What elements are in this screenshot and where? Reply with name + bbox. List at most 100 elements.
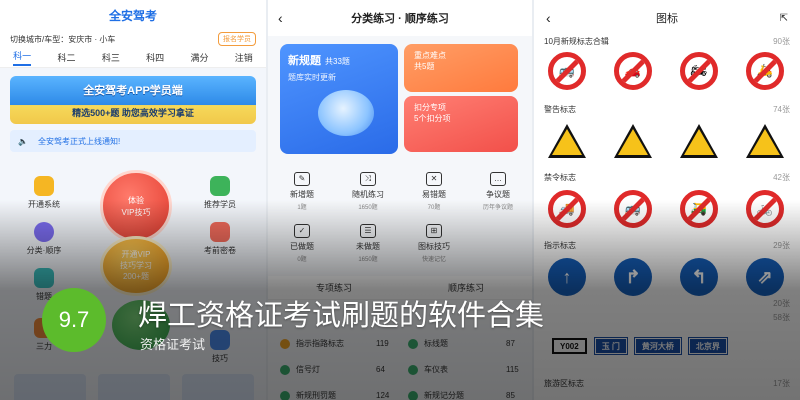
key-points-card[interactable]: 重点难点 共5题 [404, 44, 518, 92]
no-truck-sign-icon[interactable]: 🚚 [548, 190, 586, 228]
practice-item-error-prone[interactable]: ✕ 易错题 70题 [404, 172, 464, 211]
key-points-title: 重点难点 [414, 51, 446, 60]
turn-right-sign-icon[interactable]: ↱ [614, 258, 652, 296]
tab-subject-2[interactable]: 科二 [57, 51, 75, 64]
deduction-card[interactable]: 扣分专项 5个扣分项 [404, 96, 518, 152]
new-rules-title: 新规题 [288, 55, 321, 67]
tab-cancel[interactable]: 注销 [235, 51, 253, 64]
no-car-sign-icon[interactable]: 🚗 [614, 52, 652, 90]
practice-item-sub: 历年争议题 [482, 205, 513, 211]
practice-item-new[interactable]: ✎ 新增题 1题 [272, 172, 332, 211]
banner-line-2: 精选500+题 助您高效学习拿证 [72, 108, 194, 118]
list-row[interactable]: 指示指路标志 119 标线题 87 [276, 334, 526, 356]
grid-label: 技巧 [212, 354, 228, 363]
tab-subject-1[interactable]: 科一 [13, 49, 32, 66]
bottom-card[interactable] [14, 374, 86, 400]
undone-icon: ☰ [360, 224, 376, 238]
bottom-card[interactable] [182, 374, 254, 400]
new-rules-count: 共33题 [325, 57, 350, 66]
section-header[interactable]: 10月新规标志合辑 90张 [544, 36, 790, 50]
list-item-label: 新规记分题 [424, 391, 464, 400]
no-tricycle-sign-icon[interactable]: 🛺 [680, 190, 718, 228]
section-header[interactable]: 禁令标志 42张 [544, 172, 790, 186]
practice-item-sub: 快速记忆 [421, 257, 446, 263]
place-name-sign[interactable]: 玉 门 [593, 337, 628, 355]
list-row[interactable]: 信号灯 64 车仪表 115 [276, 360, 526, 382]
vip-trial-line-2: VIP技巧 [121, 208, 151, 217]
vip-trial-button[interactable]: 体验 VIP技巧 [100, 170, 172, 242]
open-vip-button[interactable]: 开通VIP 技巧学习 200+题 [100, 236, 172, 296]
no-bicycle-sign-icon[interactable]: 🚲 [746, 190, 784, 228]
tab-subject-3[interactable]: 科三 [102, 51, 120, 64]
back-arrow-icon[interactable]: ‹ [278, 10, 283, 26]
section-name: 警告标志 [544, 105, 576, 114]
section-header[interactable]: 警告标志 74张 [544, 104, 790, 118]
deduction-title: 扣分专项 [414, 103, 446, 112]
grid-item-recommend[interactable]: 推荐学员 [190, 176, 250, 210]
road-number-sign[interactable]: Y002 [552, 338, 587, 354]
notice-bar[interactable]: 🔈 全安驾考正式上线通知! [10, 130, 256, 152]
practice-item-sign-tips[interactable]: ⊞ 图标技巧 快速记忆 [404, 224, 464, 263]
tab-subject-4[interactable]: 科四 [146, 51, 164, 64]
t-junction-warning-icon[interactable] [680, 124, 718, 158]
border-sign[interactable]: 北京界 [687, 337, 728, 355]
grid-item-exam-paper[interactable]: 考前密卷 [190, 222, 250, 256]
enroll-button[interactable]: 报名学员 [218, 32, 256, 46]
section-name: 旅游区标志 [544, 379, 584, 388]
back-arrow-icon[interactable]: ‹ [546, 10, 551, 26]
share-icon[interactable]: ⇱ [780, 13, 788, 24]
section-count: 58张 [773, 313, 790, 322]
practice-item-done[interactable]: ✓ 已做题 0题 [272, 224, 332, 263]
app-home-screen: 全安驾考 切换城市/车型：安庆市 · 小车 报名学员 科一 科二 科三 科四 满… [0, 0, 266, 400]
list-dot-icon [408, 364, 418, 375]
key-points-sub: 共5题 [414, 62, 435, 71]
open-vip-line-1: 开通VIP [121, 250, 151, 259]
practice-item-undone[interactable]: ☰ 未做题 1650题 [338, 224, 398, 263]
practice-header: ‹ 分类练习 · 顺序练习 [268, 0, 532, 36]
sign-tips-icon: ⊞ [426, 224, 442, 238]
practice-item-sub: 1650题 [358, 205, 378, 211]
tab-full-score[interactable]: 满分 [190, 51, 208, 64]
no-bus-sign-icon[interactable]: 🚌 [614, 190, 652, 228]
list-item-label: 信号灯 [296, 365, 320, 374]
section-header[interactable]: 旅游区标志 17张 [544, 378, 790, 392]
new-question-icon: ✎ [294, 172, 310, 186]
grid-item-open-system[interactable]: 开通系统 [14, 176, 74, 210]
straight-ahead-sign-icon[interactable]: ↑ [548, 258, 586, 296]
practice-item-disputed[interactable]: … 争议题 历年争议题 [468, 172, 528, 211]
collage: 全安驾考 切换城市/车型：安庆市 · 小车 报名学员 科一 科二 科三 科四 满… [0, 0, 800, 400]
grid-label: 三力 [36, 342, 52, 351]
branch-road-warning-icon[interactable] [746, 124, 784, 158]
section-count: 74张 [773, 105, 790, 114]
section-header-hidden[interactable]: 20张 [544, 298, 790, 312]
no-bus-sign-icon[interactable]: 🚌 [548, 52, 586, 90]
sign-row-warning [548, 122, 784, 160]
bottom-card[interactable] [98, 374, 170, 400]
grid-item-category[interactable]: 分类·顺序 [14, 222, 74, 256]
straight-or-right-sign-icon[interactable]: ⇗ [746, 258, 784, 296]
category-icon [34, 222, 54, 242]
crossroad-warning-icon[interactable] [548, 124, 586, 158]
list-dot-icon [280, 390, 290, 400]
turn-left-sign-icon[interactable]: ↰ [680, 258, 718, 296]
section-name: 10月新规标志合辑 [544, 37, 609, 46]
promo-banner[interactable]: 全安驾考APP学员端 精选500+题 助您高效学习拿证 [10, 76, 256, 124]
grid-label: 考前密卷 [204, 246, 236, 255]
no-motorcycle-sign-icon[interactable]: 🏍 [680, 52, 718, 90]
practice-item-label: 随机练习 [352, 190, 384, 199]
new-rules-card[interactable]: 新规题 共33题 题库实时更新 [280, 44, 398, 154]
road-signs-row: Y002 玉 门 黄河大桥 北京界 [552, 337, 728, 355]
bridge-name-sign[interactable]: 黄河大桥 [633, 337, 682, 355]
grid-label: 开通系统 [28, 200, 60, 209]
section-header[interactable]: 指示标志 29张 [544, 240, 790, 254]
section-count: 29张 [773, 241, 790, 250]
section-header-hidden[interactable]: 58张 [544, 312, 790, 326]
city-switch[interactable]: 切换城市/车型：安庆市 · 小车 报名学员 [0, 30, 266, 48]
no-scooter-sign-icon[interactable]: 🛵 [746, 52, 784, 90]
app-title: 全安驾考 [0, 0, 266, 30]
list-row[interactable]: 新规刑罚题 124 新规记分题 85 [276, 386, 526, 400]
side-road-warning-icon[interactable] [614, 124, 652, 158]
practice-item-label: 争议题 [486, 190, 510, 199]
recommend-icon [210, 176, 230, 196]
practice-item-random[interactable]: ⤨ 随机练习 1650题 [338, 172, 398, 211]
